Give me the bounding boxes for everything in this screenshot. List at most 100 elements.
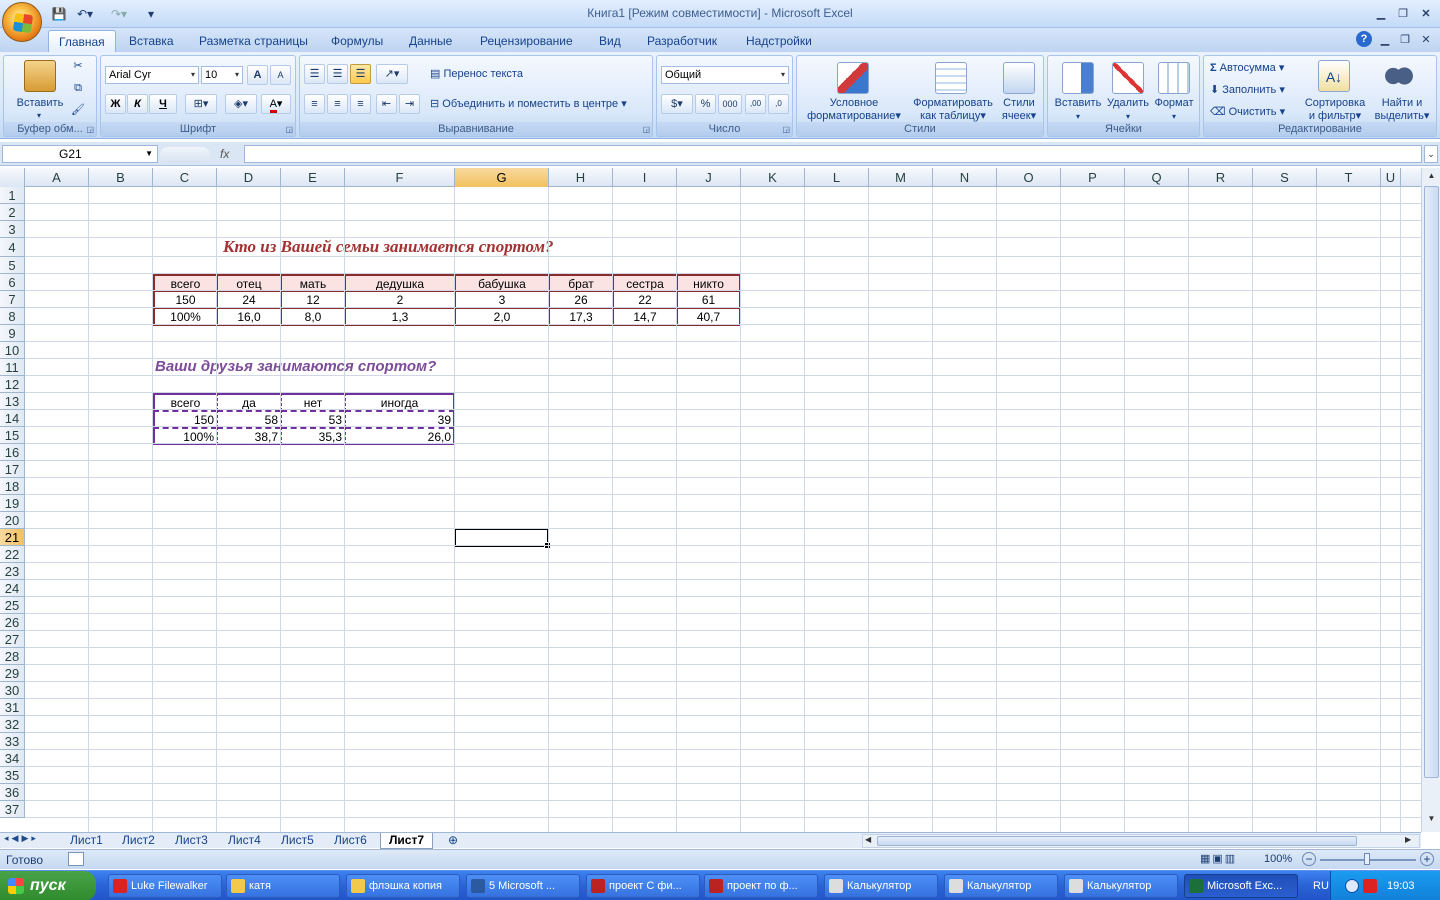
- align-middle-button[interactable]: ☰: [327, 64, 348, 84]
- workbook-restore-icon[interactable]: ❐: [1396, 32, 1414, 48]
- decrease-decimal-button[interactable]: ,0: [768, 94, 789, 114]
- sheet-nav-arrows[interactable]: ◂◀▶▸: [4, 833, 60, 844]
- taskbar-item[interactable]: проект С фи...: [586, 874, 700, 898]
- row-header[interactable]: 11: [0, 359, 25, 376]
- merge-center-button[interactable]: ⊟ Объединить и поместить в центре ▾: [430, 98, 627, 111]
- select-all-corner[interactable]: [0, 168, 25, 187]
- column-header[interactable]: I: [613, 168, 677, 187]
- row-header[interactable]: 1: [0, 187, 25, 204]
- row-header[interactable]: 4: [0, 238, 25, 257]
- language-indicator[interactable]: RU: [1313, 871, 1329, 900]
- format-painter-icon[interactable]: 🖌: [70, 104, 86, 117]
- close-icon[interactable]: ✕: [1417, 6, 1435, 22]
- paste-icon[interactable]: [24, 60, 56, 92]
- row-header[interactable]: 9: [0, 325, 25, 342]
- macro-record-icon[interactable]: [68, 852, 84, 866]
- row-header[interactable]: 37: [0, 801, 25, 818]
- zoom-out-icon[interactable]: −: [1302, 852, 1316, 866]
- fill-color-button[interactable]: ◈▾: [225, 94, 257, 114]
- sheet-tab[interactable]: Лист6: [326, 833, 375, 849]
- column-header[interactable]: R: [1189, 168, 1253, 187]
- row-header[interactable]: 14: [0, 410, 25, 427]
- row-header[interactable]: 35: [0, 767, 25, 784]
- taskbar-item[interactable]: проект по ф...: [704, 874, 818, 898]
- row-header[interactable]: 13: [0, 393, 25, 410]
- tab-review[interactable]: Рецензирование: [470, 30, 583, 52]
- worksheet[interactable]: ABCDEFGHIJKLMNOPQRSTU 1 2 3 4 5 6 7 8 9 10 11 12 13 1…: [0, 168, 1421, 832]
- copy-icon[interactable]: ⧉: [70, 82, 86, 95]
- number-launcher-icon[interactable]: ◲: [782, 123, 790, 137]
- clear-button[interactable]: ⌫ Очистить ▾: [1210, 106, 1285, 119]
- row-header[interactable]: 16: [0, 444, 25, 461]
- column-header[interactable]: O: [997, 168, 1061, 187]
- column-header[interactable]: P: [1061, 168, 1125, 187]
- tray-antivirus-icon[interactable]: [1363, 879, 1377, 893]
- borders-button[interactable]: ⊞▾: [185, 94, 217, 114]
- paste-dropdown-icon[interactable]: ▾: [34, 109, 44, 122]
- row-header[interactable]: 31: [0, 699, 25, 716]
- tab-formulas[interactable]: Формулы: [321, 30, 393, 52]
- column-header[interactable]: K: [741, 168, 805, 187]
- taskbar-item[interactable]: Калькулятор: [824, 874, 938, 898]
- column-header[interactable]: H: [549, 168, 613, 187]
- grow-font-button[interactable]: A: [247, 65, 268, 85]
- row-header[interactable]: 5: [0, 257, 25, 274]
- align-left-button[interactable]: ≡: [304, 94, 325, 114]
- font-color-button[interactable]: A▾: [261, 94, 291, 114]
- name-box[interactable]: G21 ▼: [2, 145, 158, 163]
- autosum-button[interactable]: Σ Автосумма ▾: [1210, 62, 1284, 75]
- workbook-minimize-icon[interactable]: ▁: [1376, 32, 1394, 48]
- underline-button[interactable]: Ч: [149, 94, 177, 114]
- row-header[interactable]: 28: [0, 648, 25, 665]
- row-header[interactable]: 6: [0, 274, 25, 291]
- sheet-tab[interactable]: Лист7: [380, 833, 434, 849]
- font-size-select[interactable]: 10 ▾: [201, 66, 243, 84]
- conditional-formatting-icon[interactable]: [837, 62, 869, 94]
- tab-data[interactable]: Данные: [399, 30, 462, 52]
- expand-formula-bar-icon[interactable]: ⌄: [1424, 145, 1438, 163]
- column-header[interactable]: E: [281, 168, 345, 187]
- bold-button[interactable]: Ж: [105, 94, 126, 114]
- cell-styles-icon[interactable]: [1003, 62, 1035, 94]
- wrap-text-button[interactable]: ▤ Перенос текста: [430, 68, 523, 81]
- zoom-slider-thumb[interactable]: [1364, 853, 1370, 865]
- taskbar-item[interactable]: Luke Filewalker: [108, 874, 222, 898]
- thousands-button[interactable]: 000: [718, 94, 742, 114]
- column-header[interactable]: B: [89, 168, 153, 187]
- column-header[interactable]: G: [455, 168, 549, 187]
- find-select-icon[interactable]: [1382, 60, 1414, 92]
- view-buttons[interactable]: ▦▣▥: [1200, 852, 1258, 868]
- taskbar-item[interactable]: флэшка копия: [346, 874, 460, 898]
- align-bottom-button[interactable]: ☰: [350, 64, 371, 84]
- row-header[interactable]: 8: [0, 308, 25, 325]
- column-header[interactable]: M: [869, 168, 933, 187]
- tab-insert[interactable]: Вставка: [119, 30, 184, 52]
- column-header[interactable]: D: [217, 168, 281, 187]
- increase-decimal-button[interactable]: ,00: [745, 94, 766, 114]
- increase-indent-button[interactable]: ⇥: [399, 94, 420, 114]
- row-header[interactable]: 7: [0, 291, 25, 308]
- format-as-table-button[interactable]: Форматировать как таблицу▾: [905, 97, 1001, 123]
- insert-cells-button[interactable]: Вставить ▾: [1052, 97, 1104, 123]
- row-header[interactable]: 3: [0, 221, 25, 238]
- formula-input[interactable]: [244, 145, 1422, 163]
- cell-styles-button[interactable]: Стили ячеек▾: [997, 97, 1041, 123]
- column-header[interactable]: L: [805, 168, 869, 187]
- taskbar-item[interactable]: катя: [226, 874, 340, 898]
- row-header[interactable]: 2: [0, 204, 25, 221]
- row-header[interactable]: 36: [0, 784, 25, 801]
- minimize-icon[interactable]: ▁: [1372, 6, 1390, 22]
- zoom-in-icon[interactable]: +: [1420, 852, 1434, 866]
- row-header[interactable]: 21: [0, 529, 25, 546]
- tab-home[interactable]: Главная: [48, 30, 116, 52]
- format-cells-button[interactable]: Формат ▾: [1150, 97, 1198, 123]
- decrease-indent-button[interactable]: ⇤: [376, 94, 397, 114]
- insert-cells-icon[interactable]: [1062, 62, 1094, 94]
- currency-button[interactable]: $▾: [661, 94, 693, 114]
- sheet-tab[interactable]: Лист5: [273, 833, 322, 849]
- format-as-table-icon[interactable]: [935, 62, 967, 94]
- font-name-select[interactable]: Arial Cyr ▾: [105, 66, 199, 84]
- row-header[interactable]: 18: [0, 478, 25, 495]
- column-header[interactable]: Q: [1125, 168, 1189, 187]
- sheet-tab[interactable]: Лист2: [114, 833, 163, 849]
